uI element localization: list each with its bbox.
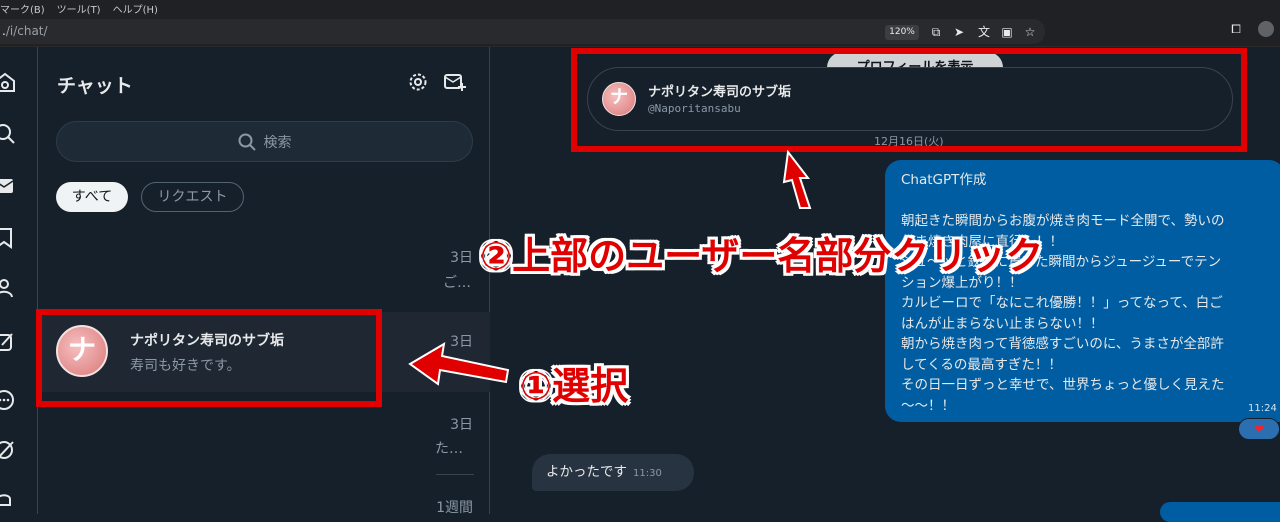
row-divider (436, 474, 474, 475)
left-nav (0, 47, 38, 514)
screen-capture-icon[interactable]: ⧉ (928, 24, 944, 40)
chat-list-panel: チャット 検索 すべて リクエスト 3日 ご… ナ ナポリタン寿司のサブ垢 寿司… (38, 47, 490, 516)
row-4-date: 1週間 (436, 500, 473, 516)
chat-list-title: チャット (57, 75, 133, 97)
profile-icon[interactable] (1258, 21, 1274, 37)
more-icon[interactable] (0, 389, 16, 411)
annotation-step2-text: ②上部のユーザー名部分クリック (480, 234, 1044, 278)
received-message-bubble[interactable]: よかったです 11:30 (532, 454, 694, 491)
url-text: ./i/chat/ (2, 24, 48, 38)
grok-icon[interactable] (0, 439, 16, 461)
menu-tools[interactable]: ツール(T) (57, 1, 101, 16)
zoom-indicator[interactable]: 120% (885, 25, 919, 40)
search-icon (238, 133, 256, 151)
messages-icon[interactable] (0, 175, 16, 197)
translate-icon[interactable]: 文 (976, 24, 992, 40)
annotation-box-selected-chat (36, 309, 382, 407)
home-icon[interactable] (0, 71, 16, 93)
filter-all-button[interactable]: すべて (56, 182, 128, 212)
received-message-time: 11:30 (633, 468, 662, 479)
row-3-preview: た… (435, 441, 463, 457)
heart-reaction-icon[interactable]: ❤ (1238, 418, 1280, 440)
annotation-arrow-left-icon (408, 342, 510, 386)
filter-requests-button[interactable]: リクエスト (141, 182, 244, 212)
search-placeholder: 検索 (263, 134, 292, 151)
search-icon[interactable] (0, 123, 16, 145)
new-message-icon[interactable] (444, 72, 466, 92)
browser-toolbar: ./i/chat/ 120% ⧉ ➤ 文 ▣ ☆ ⧠ (0, 16, 1280, 47)
notifications-icon[interactable] (0, 489, 16, 511)
bookmark-icon[interactable] (0, 227, 16, 249)
annotation-step1-text: ①選択 (520, 364, 629, 408)
settings-gear-icon[interactable] (408, 72, 428, 92)
chat-search-input[interactable]: 検索 (56, 121, 473, 162)
profile-person-icon[interactable] (0, 277, 16, 299)
row-1-date: 3日 (450, 250, 473, 266)
extensions-icon[interactable]: ⧠ (1228, 21, 1244, 37)
browser-menubar: マーク(B) ツール(T) ヘルプ(H) (0, 0, 1280, 16)
menu-help[interactable]: ヘルプ(H) (113, 1, 158, 16)
row-3-date: 3日 (450, 417, 473, 433)
reader-icon[interactable]: ▣ (999, 24, 1015, 40)
address-bar[interactable]: ./i/chat/ 120% ⧉ ➤ 文 ▣ ☆ (0, 19, 1045, 44)
annotation-box-profile-header (571, 48, 1247, 152)
sent-message-time: 11:24 (1248, 403, 1277, 414)
row-1-preview: ご… (443, 275, 471, 291)
menu-bookmarks[interactable]: マーク(B) (0, 1, 45, 16)
compose-icon[interactable] (0, 331, 16, 353)
send-icon[interactable]: ➤ (951, 24, 967, 40)
annotation-arrow-up-icon (782, 150, 812, 209)
sent-message-bubble-partial[interactable] (1160, 502, 1280, 522)
received-message-text: よかったです (546, 464, 627, 480)
favorite-star-icon[interactable]: ☆ (1022, 24, 1038, 40)
sent-message-bubble[interactable]: ChatGPT作成 朝起きた瞬間からお腹が焼き肉モード全開で、勢いの まま焼き肉… (885, 160, 1280, 422)
